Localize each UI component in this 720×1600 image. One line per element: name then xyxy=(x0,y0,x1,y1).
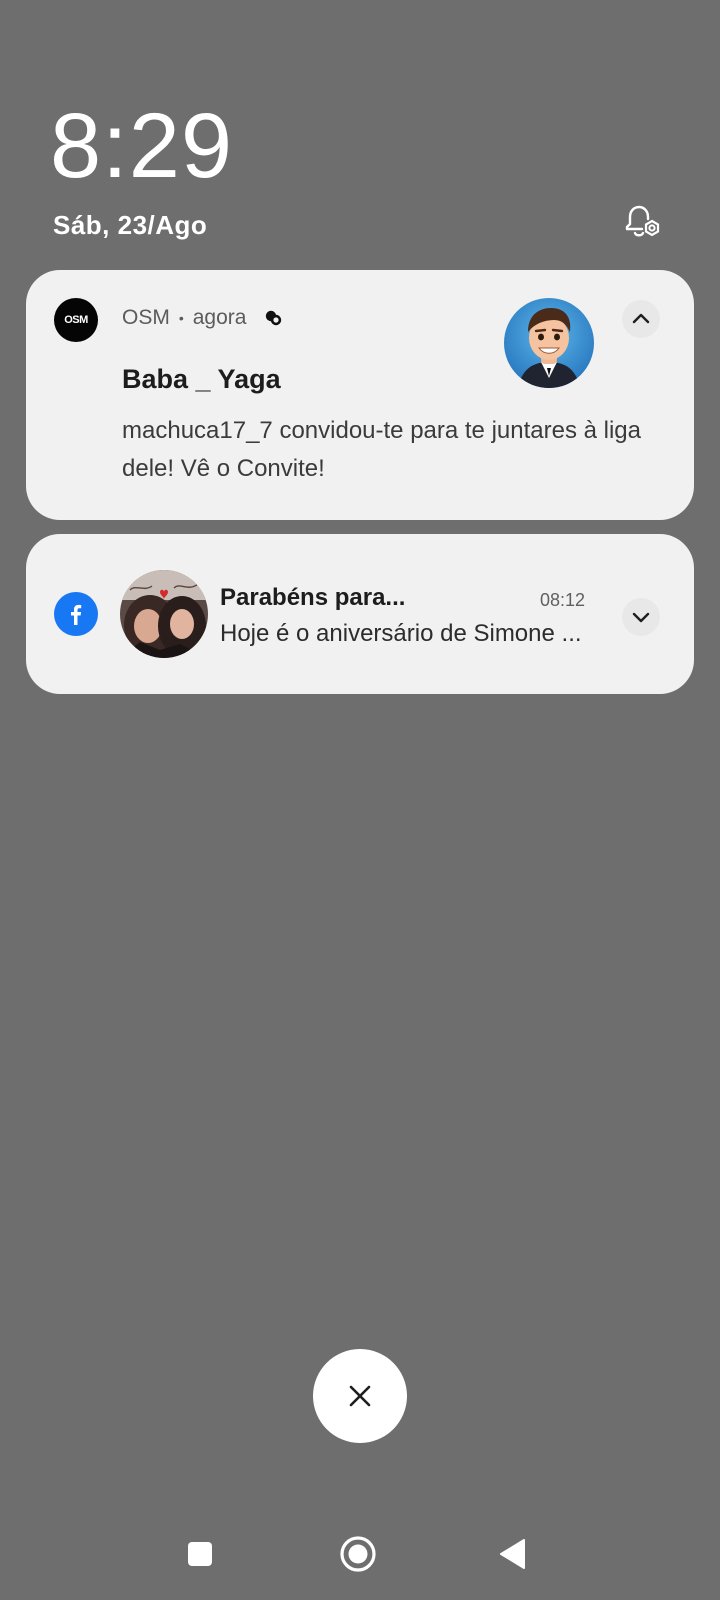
notification-time: 08:12 xyxy=(540,590,586,610)
home-button[interactable] xyxy=(336,1532,380,1576)
close-icon xyxy=(349,1385,371,1407)
chevron-down-icon xyxy=(632,612,650,623)
notification-title: Baba _ Yaga xyxy=(122,364,281,394)
notification-body: machuca17_7 convidou-te para te juntares… xyxy=(122,417,641,482)
triangle-back-icon xyxy=(500,1539,525,1569)
square-icon xyxy=(188,1542,212,1566)
notification-body: Hoje é o aniversário de Simone ... xyxy=(220,620,582,647)
lockscreen-date: Sáb, 23/Ago xyxy=(53,210,208,240)
notification-title: Parabéns para... xyxy=(220,584,406,611)
app-name: OSM xyxy=(122,306,170,329)
chevron-up-icon xyxy=(632,313,650,324)
expand-button[interactable] xyxy=(622,598,660,636)
contact-avatar xyxy=(120,570,208,658)
clear-all-notifications-button[interactable] xyxy=(313,1349,407,1443)
collapse-button[interactable] xyxy=(622,300,660,338)
facebook-app-icon xyxy=(54,592,98,636)
notification-time: agora xyxy=(192,306,247,329)
notification-card-facebook[interactable]: Parabéns para... 08:12 Hoje é o aniversá… xyxy=(26,534,694,694)
navigation-bar xyxy=(0,1510,720,1600)
notification-card-osm[interactable]: OSM OSM • agora Baba _ Yaga machuca17_7 … xyxy=(26,270,694,520)
back-button[interactable] xyxy=(490,1532,534,1576)
osm-app-icon: OSM xyxy=(54,298,98,342)
lockscreen-clock: 8:29 xyxy=(50,95,234,197)
notification-settings-icon[interactable] xyxy=(618,200,664,246)
notification-header: OSM • agora xyxy=(122,306,283,330)
contact-avatar xyxy=(504,298,594,388)
circle-icon xyxy=(340,1536,376,1572)
recents-button[interactable] xyxy=(178,1532,222,1576)
separator-dot: • xyxy=(178,310,184,326)
linked-icon xyxy=(266,310,282,326)
